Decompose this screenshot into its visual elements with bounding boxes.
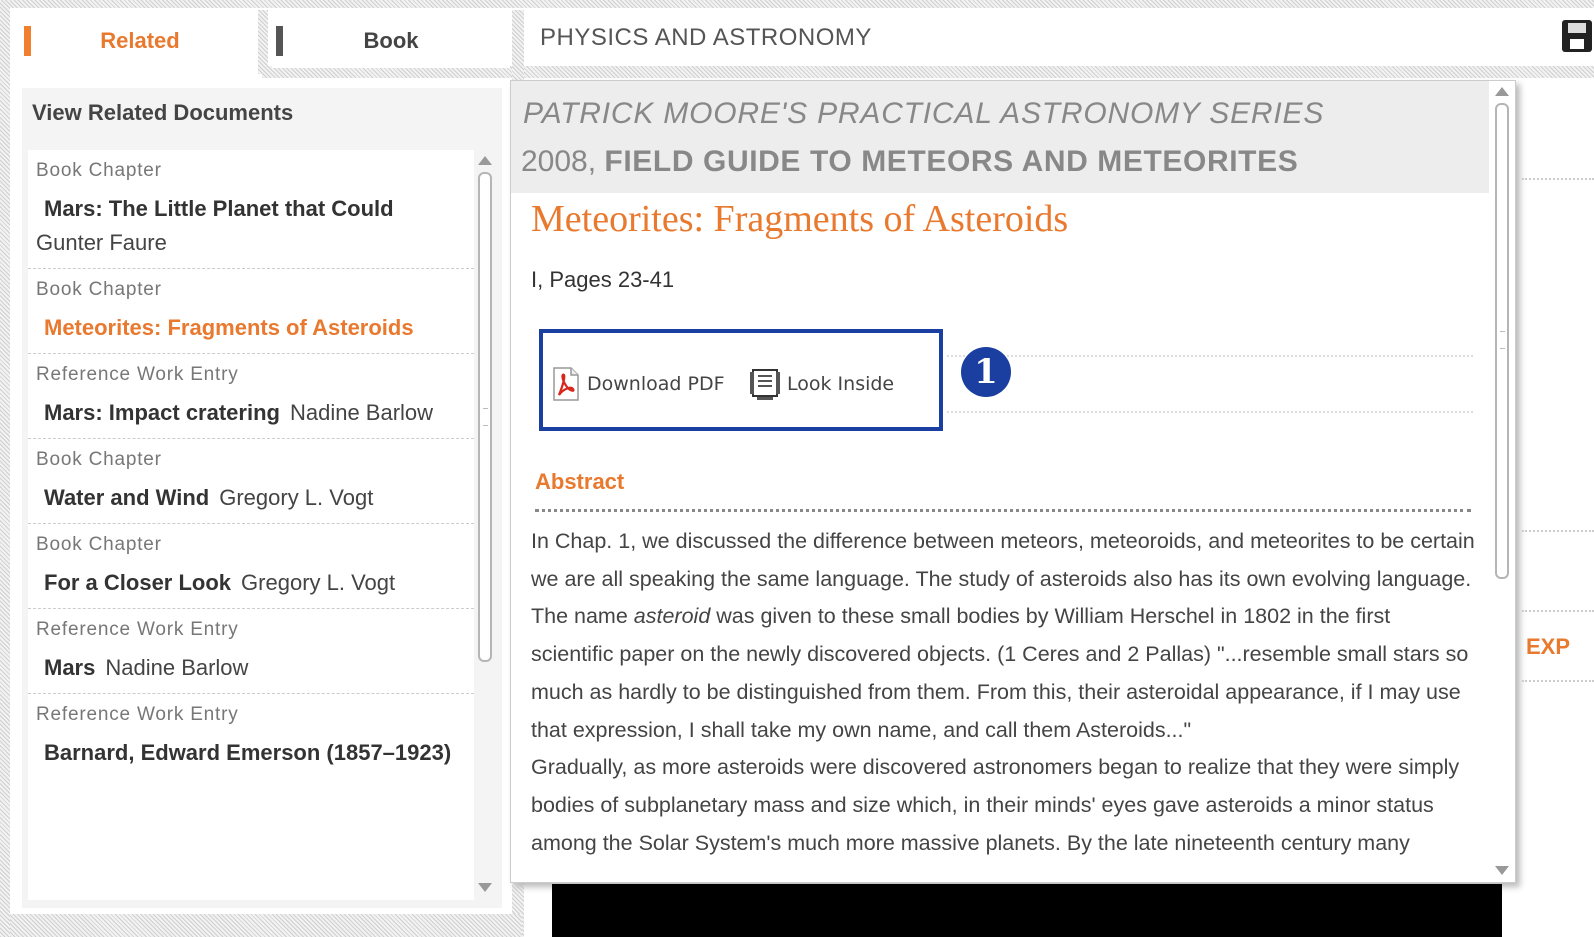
list-item[interactable]: Reference Work Entry Barnard, Edward Eme… [28, 694, 474, 778]
background-expand-link[interactable]: EXP [1526, 634, 1570, 660]
look-inside-link[interactable]: Look Inside [749, 367, 894, 401]
item-type: Reference Work Entry [36, 704, 239, 725]
list-item[interactable]: Book Chapter Water and Wind Gregory L. Vo… [28, 439, 474, 524]
background-divider [1522, 680, 1594, 682]
download-pdf-link[interactable]: Download PDF [551, 367, 725, 401]
abstract-paragraph: In Chap. 1, we discussed the difference … [531, 529, 1475, 742]
scrollbar-grip-icon [483, 408, 488, 426]
background-divider [1522, 610, 1594, 612]
item-title-link[interactable]: Mars [44, 655, 95, 680]
chapter-title: Meteorites: Fragments of Asteroids [531, 198, 1069, 240]
look-inside-label: Look Inside [787, 373, 895, 395]
item-type: Book Chapter [36, 279, 162, 300]
item-title-link-current[interactable]: Meteorites: Fragments of Asteroids [44, 315, 414, 340]
chapter-detail-panel: PATRICK MOORE'S PRACTICAL ASTRONOMY SERI… [510, 80, 1516, 883]
scrollbar-thumb[interactable] [478, 172, 492, 662]
book-preview-icon [749, 367, 781, 401]
section-title: PHYSICS AND ASTRONOMY [540, 24, 872, 51]
callout-number-badge: 1 [961, 347, 1011, 397]
book-info-header: PATRICK MOORE'S PRACTICAL ASTRONOMY SERI… [511, 81, 1489, 193]
pdf-icon [551, 367, 581, 401]
tab-related-label: Related [100, 28, 180, 53]
download-pdf-label: Download PDF [587, 373, 725, 395]
list-item[interactable]: Reference Work Entry Mars Nadine Barlow [28, 609, 474, 694]
related-list-scrollbar[interactable] [476, 150, 494, 898]
background-divider [1522, 178, 1594, 180]
item-author: Gregory L. Vogt [241, 570, 396, 595]
item-title-link[interactable]: Barnard, Edward Emerson (1857–1923) [44, 740, 451, 765]
scroll-up-arrow-icon[interactable] [1495, 87, 1509, 96]
page-range: I, Pages 23-41 [531, 267, 675, 292]
tab-book[interactable]: Book [272, 14, 510, 68]
item-title-link[interactable]: Water and Wind [44, 485, 209, 510]
item-type: Book Chapter [36, 534, 162, 555]
list-item[interactable]: Book Chapter For a Closer Look Gregory L.… [28, 524, 474, 609]
scroll-down-arrow-icon[interactable] [478, 883, 492, 892]
list-item[interactable]: Book Chapter Meteorites: Fragments of As… [28, 269, 474, 354]
abstract-heading: Abstract [535, 469, 625, 494]
item-author: Nadine Barlow [289, 400, 434, 425]
item-title-link[interactable]: For a Closer Look [44, 570, 231, 595]
item-type: Reference Work Entry [36, 364, 239, 385]
item-type: Book Chapter [36, 160, 162, 181]
item-author: Gregory L. Vogt [219, 485, 374, 510]
scroll-down-arrow-icon[interactable] [1495, 866, 1509, 875]
tab-related[interactable]: Related [20, 14, 260, 68]
related-documents-heading: View Related Documents [32, 100, 294, 125]
tab-book-marker [276, 26, 283, 56]
background-dark-region [552, 884, 1502, 937]
frame-left-border [0, 0, 10, 937]
list-item[interactable]: Reference Work Entry Mars: Impact crater… [28, 354, 474, 439]
tab-book-label: Book [363, 28, 419, 53]
frame-top-border [0, 0, 1594, 8]
action-links-box: Download PDF Look Inside [539, 329, 943, 431]
item-title-link[interactable]: Mars: Impact cratering [44, 400, 280, 425]
book-title-link[interactable]: FIELD GUIDE TO METEORS AND METEORITES [604, 145, 1298, 178]
background-divider [1522, 530, 1594, 532]
scrollbar-grip-icon [1500, 331, 1505, 349]
floppy-disk-icon[interactable] [1562, 20, 1592, 52]
abstract-body: In Chap. 1, we discussed the difference … [531, 523, 1475, 862]
scrollbar-thumb[interactable] [1495, 103, 1509, 579]
item-author: Gunter Faure [36, 230, 167, 255]
item-title-link[interactable]: Mars: The Little Planet that Could [44, 196, 394, 221]
book-line: 2008, FIELD GUIDE TO METEORS AND METEORI… [521, 145, 1298, 179]
divider [947, 355, 1473, 357]
frame-bottom-border [10, 914, 522, 937]
overflow-fade [511, 857, 1489, 882]
abstract-divider [535, 509, 1471, 512]
item-author: Nadine Barlow [105, 655, 249, 680]
list-item[interactable]: Book Chapter Mars: The Little Planet tha… [28, 150, 474, 269]
series-title: PATRICK MOORE'S PRACTICAL ASTRONOMY SERI… [523, 97, 1325, 130]
tab-related-marker [24, 26, 31, 56]
detail-scrollbar[interactable] [1491, 81, 1513, 881]
related-documents-panel: View Related Documents Book Chapter Mars… [22, 88, 502, 908]
divider [947, 411, 1473, 413]
item-type: Reference Work Entry [36, 619, 239, 640]
abstract-paragraph: Gradually, as more asteroids were discov… [531, 755, 1460, 855]
item-type: Book Chapter [36, 449, 162, 470]
book-year: 2008, [521, 145, 597, 178]
related-documents-list: Book Chapter Mars: The Little Planet tha… [28, 150, 474, 900]
abstract-emphasis: asteroid [633, 604, 711, 629]
scroll-up-arrow-icon[interactable] [478, 156, 492, 165]
